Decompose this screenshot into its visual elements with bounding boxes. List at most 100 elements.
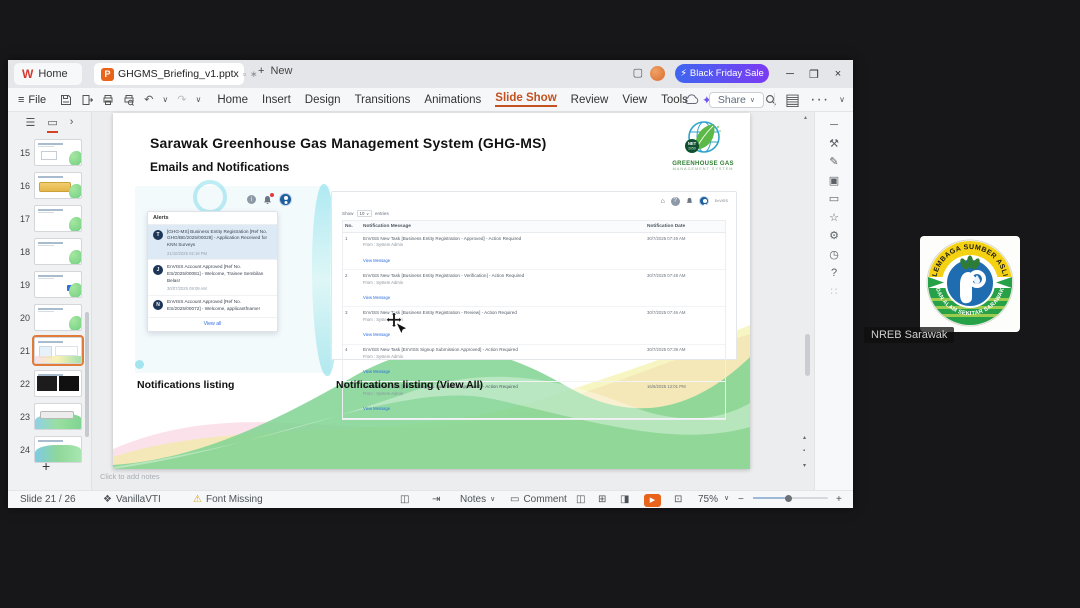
alert-item[interactable]: J EnVISS Account Approved [Ref No. ES/202… <box>148 260 277 296</box>
previous-slide-icon[interactable]: ▴ <box>803 434 806 441</box>
tab-pin-icon[interactable]: ▫ <box>243 69 246 79</box>
notification-row[interactable]: 4 EnVISS New Task [EnVISS Signup Submissi… <box>343 345 725 382</box>
profile-avatar-icon-right[interactable] <box>698 196 709 206</box>
export-icon[interactable] <box>81 94 94 106</box>
pane-toggle-icon[interactable]: ◫ <box>400 494 409 505</box>
comment-icon[interactable]: ▭ <box>829 194 839 205</box>
view-message-link[interactable]: View Message <box>363 295 390 301</box>
favorite-icon[interactable]: ☆ <box>829 212 839 224</box>
print-preview-icon[interactable] <box>123 94 135 106</box>
alert-item[interactable]: N EnVISS Account Approved [Ref No. ES/202… <box>148 296 277 318</box>
slide-thumbnail-18[interactable]: 18 <box>14 237 88 266</box>
reading-view-icon[interactable]: ◨ <box>620 494 629 505</box>
next-slide-icon[interactable]: ▾ <box>803 462 806 469</box>
slide-thumbnail-19[interactable]: 19 <box>14 270 88 299</box>
menu-view[interactable]: View <box>622 94 647 106</box>
notes-button[interactable]: Notes ∨ <box>460 494 495 505</box>
zoom-out-button[interactable]: − <box>738 494 744 505</box>
minimize-button[interactable]: ─ <box>779 65 801 83</box>
zoom-caret-icon[interactable]: ∨ <box>724 494 729 502</box>
black-friday-sale-button[interactable]: ⚡ Black Friday Sale <box>675 64 769 83</box>
menu-transitions[interactable]: Transitions <box>355 94 411 106</box>
alert-item[interactable]: T [GHG-MS] Business Entity Registration [… <box>148 225 277 261</box>
home-icon[interactable]: ⌂ <box>660 198 664 205</box>
view-message-link[interactable]: View Message <box>363 258 390 264</box>
scroll-up-icon[interactable]: ▴ <box>804 114 807 121</box>
new-tab-button[interactable]: + New <box>258 65 292 77</box>
font-missing-warning[interactable]: ⚠ Font Missing <box>193 494 263 505</box>
theme-indicator[interactable]: ❖ VanillaVTI <box>103 494 161 505</box>
profile-avatar-icon[interactable] <box>279 193 292 206</box>
info-icon[interactable]: i <box>247 195 256 204</box>
slide-indicator-icon[interactable]: ▪ <box>803 448 805 454</box>
menu-insert[interactable]: Insert <box>262 94 291 106</box>
zoom-level[interactable]: 75% <box>698 494 718 505</box>
slide-thumbnail-16[interactable]: 16 <box>14 171 88 200</box>
desktop-toggle-icon[interactable]: ⇥ <box>432 494 440 505</box>
add-slide-button[interactable]: + <box>42 458 50 474</box>
workspace-icon[interactable]: ▢ <box>633 66 643 79</box>
menu-design[interactable]: Design <box>305 94 341 106</box>
restore-button[interactable]: ❐ <box>803 65 825 83</box>
notes-placeholder[interactable]: Click to add notes <box>100 472 160 481</box>
zoom-slider-knob[interactable] <box>784 494 792 502</box>
slide-thumbnail-20[interactable]: 20 <box>14 303 88 332</box>
bell-icon[interactable] <box>686 197 693 205</box>
collapse-ribbon-icon[interactable]: ∨ <box>839 95 845 104</box>
fit-slide-icon[interactable]: ⊡ <box>674 494 682 505</box>
tab-document[interactable]: P GHGMS_Briefing_v1.pptx ▫ ∗ <box>94 63 258 85</box>
toolbar-caret-icon[interactable]: ∨ <box>195 95 201 104</box>
normal-view-icon[interactable]: ◫ <box>576 494 585 505</box>
save-icon[interactable] <box>60 94 72 106</box>
menu-review[interactable]: Review <box>571 94 609 106</box>
alerts-view-all-link[interactable]: View all <box>148 318 277 331</box>
scrollbar-thumb[interactable] <box>805 334 810 376</box>
view-message-link[interactable]: View Message <box>363 369 390 375</box>
grid-icon[interactable]: ∷ <box>831 286 838 298</box>
zoom-in-button[interactable]: + <box>836 494 842 505</box>
comment-button[interactable]: ▭ Comment <box>510 494 567 505</box>
slideshow-play-button[interactable]: ▶ <box>644 493 661 507</box>
participant-video-tile[interactable]: LEMBAGA SUMBER ASLI DAN ALAM SEKITAR SAR… <box>920 236 1020 332</box>
help-circle-icon[interactable]: ? <box>670 196 680 206</box>
collapse-icon[interactable]: ─ <box>830 120 838 131</box>
zoom-slider[interactable] <box>753 491 828 502</box>
slide-thumbnail-21[interactable]: 21 <box>14 335 88 366</box>
help-icon[interactable]: ? <box>831 268 837 279</box>
slide-view-icon[interactable]: ▭ <box>47 116 58 133</box>
menu-home[interactable]: Home <box>217 94 248 106</box>
slide-canvas[interactable]: Sarawak Greenhouse Gas Management System… <box>113 113 750 469</box>
page-size-select[interactable]: 10 ∨ <box>356 210 372 217</box>
menu-animations[interactable]: Animations <box>424 94 481 106</box>
user-avatar[interactable] <box>650 66 665 81</box>
slide-thumbnail-24[interactable]: 24 <box>14 435 88 464</box>
history-icon[interactable]: ◷ <box>829 249 839 261</box>
share-button[interactable]: Share ∨ <box>708 91 765 108</box>
slide-thumbnail-22[interactable]: 22 <box>14 369 88 398</box>
view-message-link[interactable]: View Message <box>363 406 390 412</box>
panel-expand-icon[interactable]: › <box>70 116 74 133</box>
tools-icon[interactable]: ⚒ <box>829 138 839 150</box>
undo-caret-icon[interactable]: ∨ <box>162 95 168 104</box>
edit-icon[interactable]: ✎ <box>829 157 838 168</box>
objects-icon[interactable]: ▣ <box>829 175 839 187</box>
settings-icon[interactable]: ⚙ <box>829 231 839 242</box>
outline-view-icon[interactable]: ☰ <box>26 116 36 133</box>
slide-sorter-icon[interactable]: ⊞ <box>598 494 606 505</box>
close-button[interactable]: × <box>827 65 849 83</box>
file-menu[interactable]: ≡ File <box>18 94 46 106</box>
cloud-sync-icon[interactable] <box>684 94 699 105</box>
notification-bell-icon[interactable] <box>263 192 274 205</box>
tab-home[interactable]: W Home <box>14 63 82 85</box>
notification-row[interactable]: 2 EnVISS New Task [Business Entity Regist… <box>343 270 725 308</box>
undo-icon[interactable]: ↶ <box>144 93 153 106</box>
menu-slide-show[interactable]: Slide Show <box>495 92 557 107</box>
more-options-icon[interactable]: ··· <box>810 91 829 109</box>
panel-scrollbar[interactable] <box>85 312 89 437</box>
slide-thumbnail-17[interactable]: 17 <box>14 204 88 233</box>
notification-row[interactable]: 1 EnVISS New Task [Business Entity Regist… <box>343 233 725 271</box>
slide-thumbnail-23[interactable]: 23 <box>14 402 88 431</box>
print-icon[interactable] <box>102 94 114 106</box>
slide-thumbnail-15[interactable]: 15 <box>14 138 88 167</box>
task-pane-icon[interactable]: ▤ <box>785 90 800 110</box>
